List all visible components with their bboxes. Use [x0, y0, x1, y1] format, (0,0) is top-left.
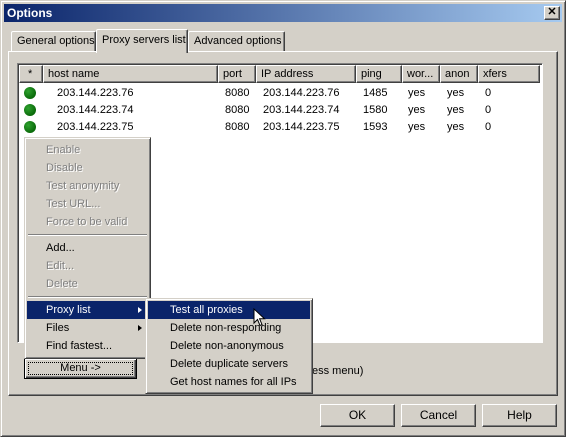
- ping-cell: 1593: [363, 121, 388, 133]
- tab-proxy-servers-list[interactable]: Proxy servers list: [96, 29, 188, 53]
- menu-item-get-host-names[interactable]: Get host names for all IPs: [148, 373, 310, 391]
- menu-item-delete-non-anonymous[interactable]: Delete non-anonymous: [148, 337, 310, 355]
- tab-general-options[interactable]: General options: [11, 31, 96, 51]
- column-header-ping[interactable]: ping: [356, 65, 402, 83]
- ping-cell: 1485: [363, 87, 388, 99]
- menu-button[interactable]: Menu ->: [24, 358, 137, 379]
- working-cell: yes: [408, 87, 426, 99]
- port-cell: 8080: [225, 104, 250, 116]
- menu-separator: [27, 293, 148, 301]
- menu-item-test-anonymity[interactable]: Test anonymity: [27, 177, 148, 195]
- column-header-status[interactable]: *: [19, 65, 43, 83]
- working-cell: yes: [408, 121, 426, 133]
- column-header-host-name[interactable]: host name: [43, 65, 218, 83]
- menu-item-edit[interactable]: Edit...: [27, 257, 148, 275]
- menu-item-delete[interactable]: Delete: [27, 275, 148, 293]
- table-row[interactable]: 203.144.223.75 8080 203.144.223.75 1593 …: [19, 119, 539, 136]
- menu-item-disable[interactable]: Disable: [27, 159, 148, 177]
- menu-item-label: Proxy list: [46, 304, 91, 316]
- xfers-cell: 0: [485, 104, 492, 116]
- context-menu: Enable Disable Test anonymity Test URL..…: [24, 137, 151, 359]
- menu-item-files[interactable]: Files: [27, 319, 148, 337]
- mouse-pointer-icon: [253, 308, 266, 327]
- help-button[interactable]: Help: [482, 404, 557, 427]
- window-title: Options: [7, 6, 53, 20]
- working-cell: yes: [408, 104, 426, 116]
- menu-item-enable[interactable]: Enable: [27, 141, 148, 159]
- menu-item-delete-duplicate-servers[interactable]: Delete duplicate servers: [148, 355, 310, 373]
- host-name-cell: 203.144.223.76: [57, 87, 134, 99]
- table-row[interactable]: 203.144.223.74 8080 203.144.223.74 1580 …: [19, 102, 539, 119]
- submenu-arrow-icon: [138, 307, 142, 313]
- table-row[interactable]: 203.144.223.76 8080 203.144.223.76 1485 …: [19, 85, 539, 102]
- column-header-port[interactable]: port: [218, 65, 256, 83]
- column-header-working[interactable]: wor...: [402, 65, 440, 83]
- ping-cell: 1580: [363, 104, 388, 116]
- column-header-anon[interactable]: anon: [440, 65, 478, 83]
- focus-rect: [28, 362, 133, 375]
- menu-item-delete-non-responding[interactable]: Delete non-responding: [148, 319, 310, 337]
- menu-separator: [27, 231, 148, 239]
- anon-cell: yes: [447, 121, 465, 133]
- anon-cell: yes: [447, 104, 465, 116]
- port-cell: 8080: [225, 87, 250, 99]
- status-ok-icon: [24, 87, 36, 99]
- menu-item-force-valid[interactable]: Force to be valid: [27, 213, 148, 231]
- host-name-cell: 203.144.223.74: [57, 104, 134, 116]
- menu-item-find-fastest[interactable]: Find fastest...: [27, 337, 148, 355]
- ip-address-cell: 203.144.223.75: [263, 121, 340, 133]
- port-cell: 8080: [225, 121, 250, 133]
- status-ok-icon: [24, 121, 36, 133]
- column-header-xfers[interactable]: xfers: [478, 65, 540, 83]
- status-ok-icon: [24, 104, 36, 116]
- xfers-cell: 0: [485, 87, 492, 99]
- tab-advanced-options[interactable]: Advanced options: [188, 31, 285, 51]
- ok-button[interactable]: OK: [320, 404, 395, 427]
- menu-hint-text: ess menu): [312, 365, 364, 377]
- menu-item-test-url[interactable]: Test URL...: [27, 195, 148, 213]
- close-button[interactable]: ✕: [544, 6, 560, 20]
- host-name-cell: 203.144.223.75: [57, 121, 134, 133]
- menu-item-label: Files: [46, 322, 70, 334]
- menu-item-proxy-list[interactable]: Proxy list: [27, 301, 148, 319]
- cancel-button[interactable]: Cancel: [401, 404, 476, 427]
- anon-cell: yes: [447, 87, 465, 99]
- proxy-list-submenu: Test all proxies Delete non-responding D…: [145, 298, 313, 394]
- submenu-arrow-icon: [138, 325, 142, 331]
- ip-address-cell: 203.144.223.74: [263, 104, 340, 116]
- column-header-ip-address[interactable]: IP address: [256, 65, 356, 83]
- title-bar: Options ✕: [4, 4, 562, 22]
- ip-address-cell: 203.144.223.76: [263, 87, 340, 99]
- xfers-cell: 0: [485, 121, 492, 133]
- menu-item-test-all-proxies[interactable]: Test all proxies: [148, 301, 310, 319]
- menu-item-add[interactable]: Add...: [27, 239, 148, 257]
